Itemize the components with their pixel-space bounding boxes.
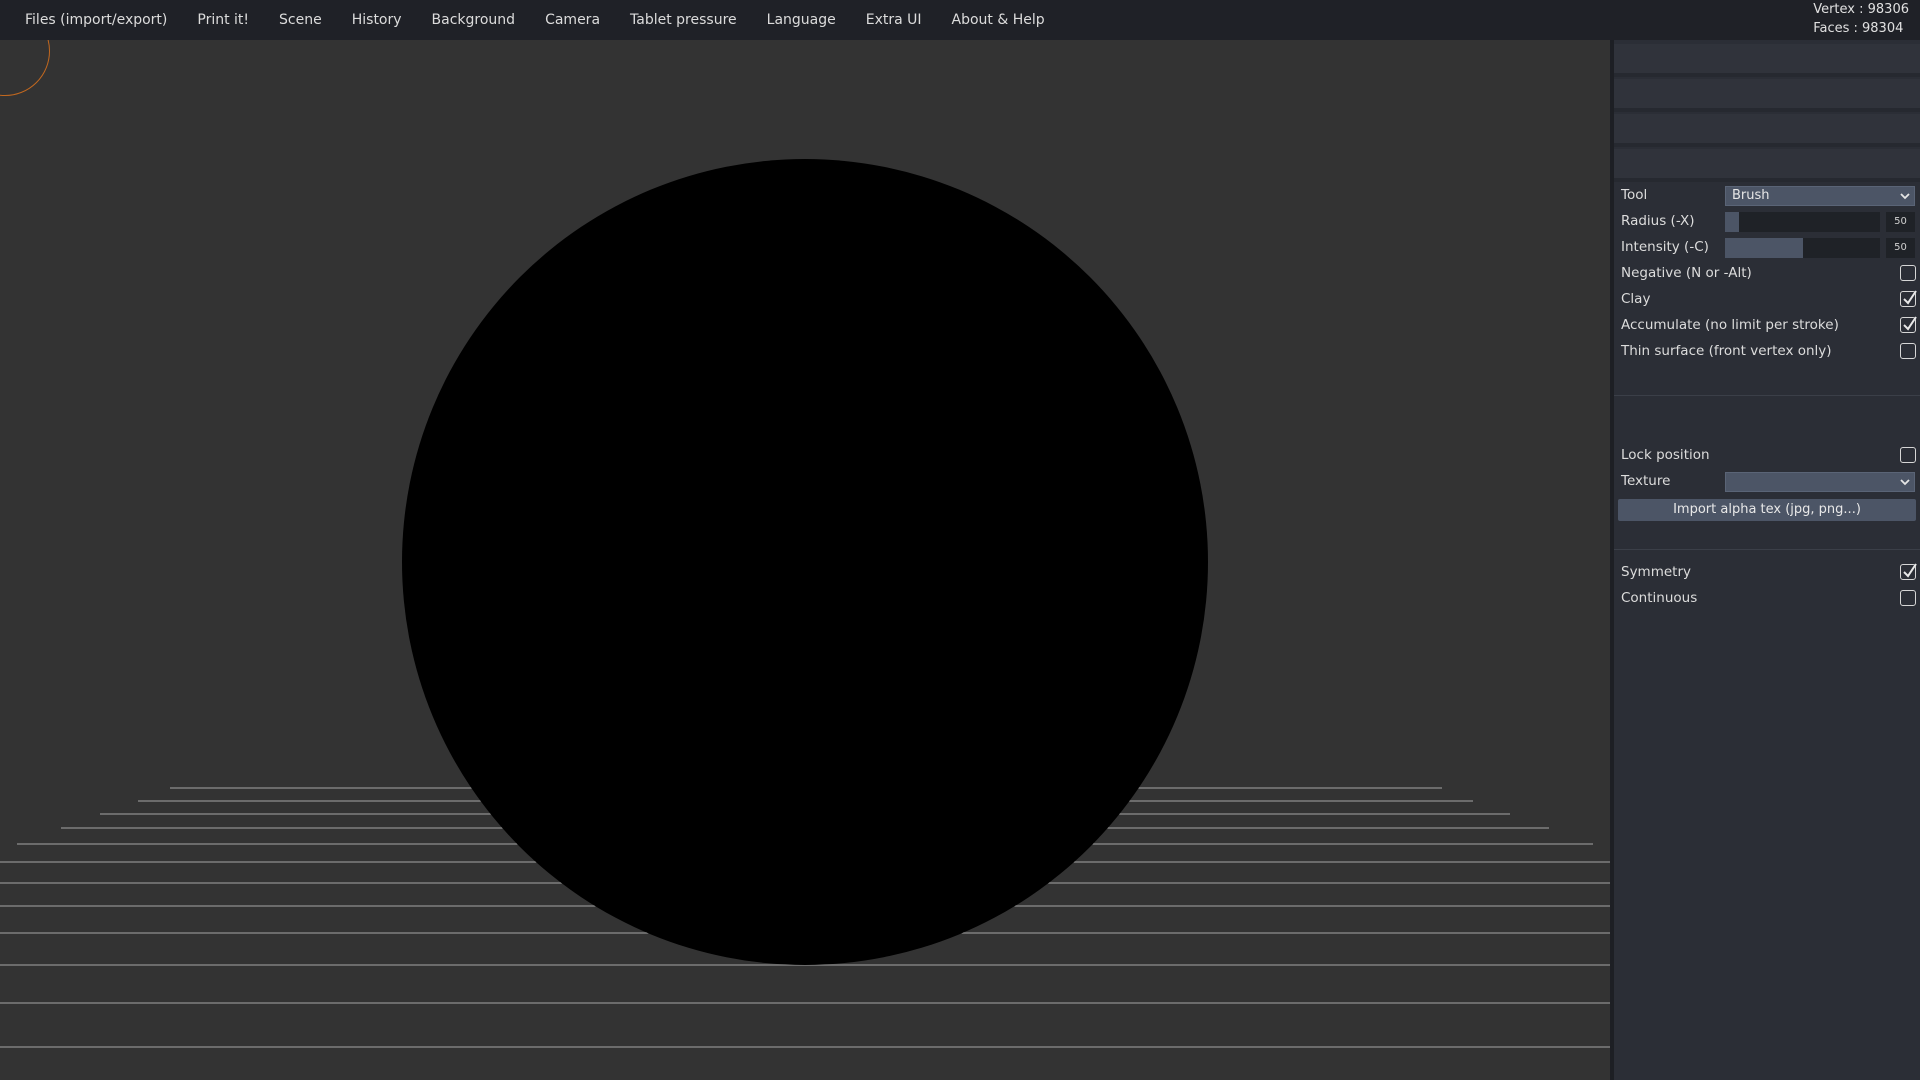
texture-label: Texture: [1621, 473, 1671, 489]
sculpt-sphere[interactable]: [402, 159, 1208, 965]
intensity-slider-fill: [1725, 238, 1803, 258]
import-alpha-texture-button[interactable]: Import alpha tex (jpg, png...): [1618, 499, 1916, 521]
negative-row: Negative (N or -Alt): [1618, 261, 1916, 285]
menu-history[interactable]: History: [337, 0, 417, 40]
main-menu: Files (import/export) Print it! Scene Hi…: [10, 0, 1060, 40]
menu-tablet-pressure[interactable]: Tablet pressure: [615, 0, 752, 40]
tool-row: Tool Brush: [1618, 183, 1916, 207]
faces-count: Faces : 98304: [1813, 20, 1904, 36]
menu-extra-ui[interactable]: Extra UI: [851, 0, 937, 40]
thin-surface-label: Thin surface (front vertex only): [1621, 343, 1832, 359]
accumulate-row: Accumulate (no limit per stroke): [1618, 313, 1917, 337]
menu-camera[interactable]: Camera: [530, 0, 615, 40]
accumulate-label: Accumulate (no limit per stroke): [1621, 317, 1839, 333]
intensity-value[interactable]: 50: [1886, 238, 1915, 258]
thin-surface-row: Thin surface (front vertex only): [1618, 339, 1916, 363]
symmetry-checkbox[interactable]: [1900, 563, 1917, 580]
scene-canvas[interactable]: [0, 40, 1610, 1080]
panel-header-3[interactable]: [1614, 114, 1920, 147]
sculpt-side-panel: Tool Brush Radius (-X) 50 Intensity (-C)…: [1614, 40, 1920, 1080]
accumulate-checkbox[interactable]: [1900, 316, 1917, 333]
menu-files[interactable]: Files (import/export): [10, 0, 182, 40]
radius-slider-fill: [1725, 212, 1739, 232]
lock-position-checkbox[interactable]: [1900, 447, 1916, 463]
radius-row: Radius (-X) 50: [1618, 209, 1916, 233]
menu-language[interactable]: Language: [752, 0, 851, 40]
negative-checkbox[interactable]: [1900, 265, 1916, 281]
clay-label: Clay: [1621, 291, 1651, 307]
thin-surface-checkbox[interactable]: [1900, 343, 1916, 359]
tool-select-value: Brush: [1732, 188, 1770, 203]
clay-checkbox[interactable]: [1900, 290, 1917, 307]
texture-row: Texture: [1618, 469, 1916, 493]
radius-value[interactable]: 50: [1886, 212, 1915, 232]
checkmark-icon: [1903, 563, 1917, 578]
checkmark-icon: [1903, 290, 1917, 305]
menu-background[interactable]: Background: [417, 0, 531, 40]
chevron-down-icon: [1900, 193, 1910, 200]
lock-position-label: Lock position: [1621, 447, 1710, 463]
radius-label: Radius (-X): [1621, 213, 1695, 229]
section-divider: [1614, 549, 1920, 550]
menu-about-help[interactable]: About & Help: [937, 0, 1060, 40]
vertex-count: Vertex : 98306: [1813, 2, 1909, 17]
menu-print-it[interactable]: Print it!: [182, 0, 264, 40]
lock-position-row: Lock position: [1618, 443, 1916, 467]
intensity-slider[interactable]: [1725, 238, 1880, 258]
chevron-down-icon: [1900, 479, 1910, 486]
symmetry-label: Symmetry: [1621, 564, 1691, 580]
mesh-stats: Vertex : 98306 Faces : 98304: [1813, 1, 1909, 38]
continuous-label: Continuous: [1621, 590, 1698, 606]
checkmark-icon: [1903, 316, 1917, 331]
intensity-label: Intensity (-C): [1621, 239, 1709, 255]
radius-slider[interactable]: [1725, 212, 1880, 232]
continuous-row: Continuous: [1618, 586, 1916, 610]
intensity-row: Intensity (-C) 50: [1618, 235, 1916, 259]
tool-label: Tool: [1621, 187, 1648, 203]
panel-header-2[interactable]: [1614, 79, 1920, 112]
panel-header-1[interactable]: [1614, 44, 1920, 77]
clay-row: Clay: [1618, 287, 1917, 311]
tool-select[interactable]: Brush: [1725, 186, 1915, 206]
3d-viewport[interactable]: [0, 40, 1610, 1080]
panel-header-4[interactable]: [1614, 149, 1920, 182]
section-divider: [1614, 395, 1920, 396]
texture-select[interactable]: [1725, 472, 1915, 492]
continuous-checkbox[interactable]: [1900, 590, 1916, 606]
symmetry-row: Symmetry: [1618, 560, 1917, 584]
menu-scene[interactable]: Scene: [264, 0, 337, 40]
negative-label: Negative (N or -Alt): [1621, 265, 1752, 281]
menu-bar: Files (import/export) Print it! Scene Hi…: [0, 0, 1920, 41]
